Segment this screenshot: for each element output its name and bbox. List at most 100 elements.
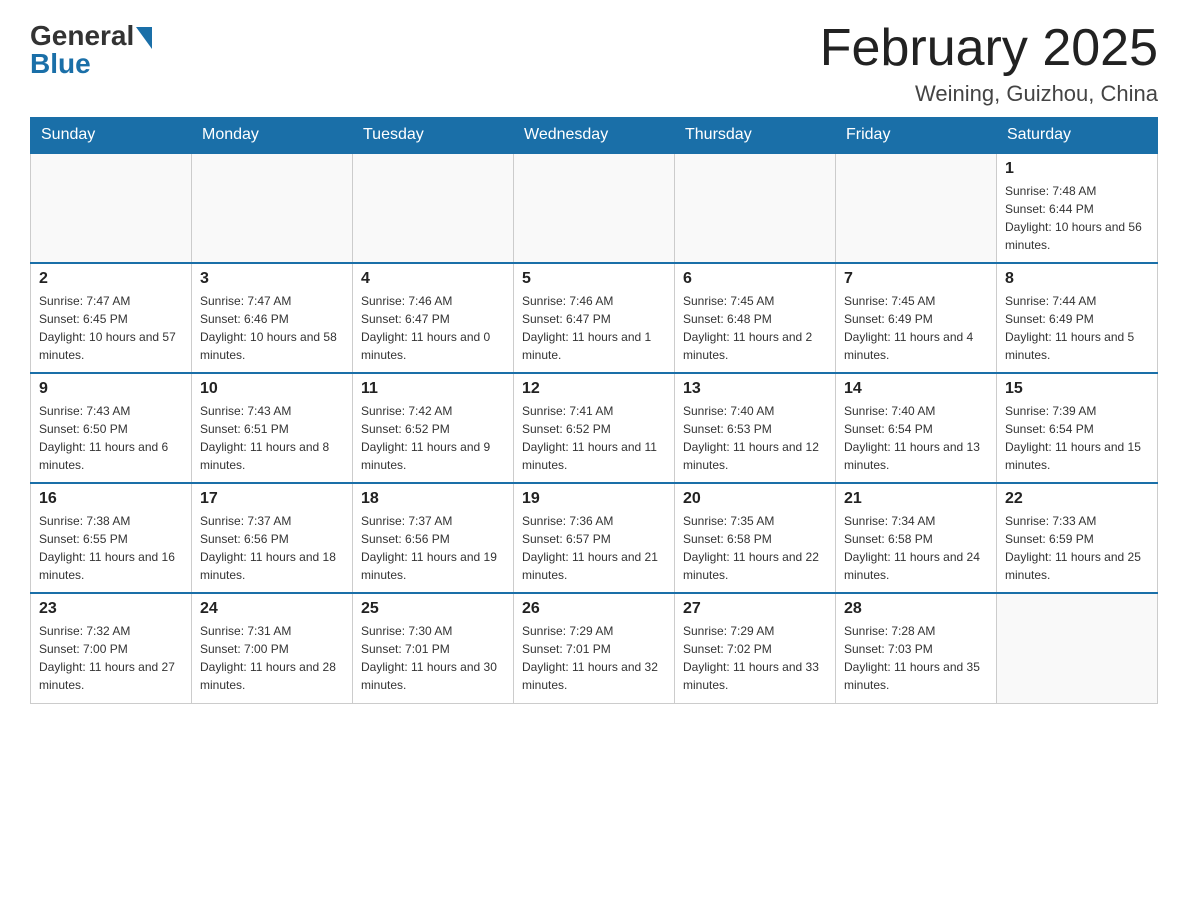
calendar-cell xyxy=(31,153,192,263)
day-number: 9 xyxy=(39,380,183,398)
day-number: 13 xyxy=(683,380,827,398)
day-number: 7 xyxy=(844,270,988,288)
day-info: Sunrise: 7:43 AMSunset: 6:51 PMDaylight:… xyxy=(200,402,344,474)
day-number: 20 xyxy=(683,490,827,508)
calendar-cell: 9 Sunrise: 7:43 AMSunset: 6:50 PMDaylight… xyxy=(31,373,192,483)
calendar-cell: 15 Sunrise: 7:39 AMSunset: 6:54 PMDayligh… xyxy=(997,373,1158,483)
calendar-cell xyxy=(675,153,836,263)
weekday-header-row: SundayMondayTuesdayWednesdayThursdayFrid… xyxy=(31,118,1158,154)
logo-arrow-icon xyxy=(136,27,152,49)
calendar-cell: 22 Sunrise: 7:33 AMSunset: 6:59 PMDayligh… xyxy=(997,483,1158,593)
calendar-week-1: 1 Sunrise: 7:48 AMSunset: 6:44 PMDaylight… xyxy=(31,153,1158,263)
day-number: 11 xyxy=(361,380,505,398)
day-number: 5 xyxy=(522,270,666,288)
calendar-cell: 13 Sunrise: 7:40 AMSunset: 6:53 PMDayligh… xyxy=(675,373,836,483)
day-number: 6 xyxy=(683,270,827,288)
calendar-cell: 18 Sunrise: 7:37 AMSunset: 6:56 PMDayligh… xyxy=(353,483,514,593)
calendar-cell xyxy=(192,153,353,263)
day-number: 19 xyxy=(522,490,666,508)
title-block: February 2025 Weining, Guizhou, China xyxy=(820,20,1158,107)
calendar-cell: 17Sunrise: 7:37 AMSunset: 6:56 PMDayligh… xyxy=(192,483,353,593)
weekday-header-thursday: Thursday xyxy=(675,118,836,154)
page-header: General Blue February 2025 Weining, Guiz… xyxy=(30,20,1158,107)
day-info: Sunrise: 7:46 AMSunset: 6:47 PMDaylight:… xyxy=(522,292,666,364)
calendar-table: SundayMondayTuesdayWednesdayThursdayFrid… xyxy=(30,117,1158,704)
day-info: Sunrise: 7:35 AMSunset: 6:58 PMDaylight:… xyxy=(683,512,827,584)
location-title: Weining, Guizhou, China xyxy=(820,81,1158,107)
day-number: 26 xyxy=(522,600,666,618)
day-info: Sunrise: 7:42 AMSunset: 6:52 PMDaylight:… xyxy=(361,402,505,474)
day-info: Sunrise: 7:38 AMSunset: 6:55 PMDaylight:… xyxy=(39,512,183,584)
calendar-cell: 7 Sunrise: 7:45 AMSunset: 6:49 PMDaylight… xyxy=(836,263,997,373)
calendar-cell: 6 Sunrise: 7:45 AMSunset: 6:48 PMDaylight… xyxy=(675,263,836,373)
calendar-cell: 20 Sunrise: 7:35 AMSunset: 6:58 PMDayligh… xyxy=(675,483,836,593)
calendar-week-5: 23 Sunrise: 7:32 AMSunset: 7:00 PMDayligh… xyxy=(31,593,1158,703)
calendar-cell: 1 Sunrise: 7:48 AMSunset: 6:44 PMDaylight… xyxy=(997,153,1158,263)
day-info: Sunrise: 7:33 AMSunset: 6:59 PMDaylight:… xyxy=(1005,512,1149,584)
day-info: Sunrise: 7:37 AMSunset: 6:56 PMDaylight:… xyxy=(200,512,344,584)
logo-blue-text: Blue xyxy=(30,48,152,80)
day-number: 27 xyxy=(683,600,827,618)
day-info: Sunrise: 7:29 AMSunset: 7:01 PMDaylight:… xyxy=(522,622,666,694)
calendar-week-2: 2Sunrise: 7:47 AMSunset: 6:45 PMDaylight… xyxy=(31,263,1158,373)
day-info: Sunrise: 7:39 AMSunset: 6:54 PMDaylight:… xyxy=(1005,402,1149,474)
day-number: 28 xyxy=(844,600,988,618)
calendar-cell: 10 Sunrise: 7:43 AMSunset: 6:51 PMDayligh… xyxy=(192,373,353,483)
day-info: Sunrise: 7:40 AMSunset: 6:54 PMDaylight:… xyxy=(844,402,988,474)
calendar-cell: 4 Sunrise: 7:46 AMSunset: 6:47 PMDaylight… xyxy=(353,263,514,373)
day-number: 23 xyxy=(39,600,183,618)
weekday-header-friday: Friday xyxy=(836,118,997,154)
day-number: 4 xyxy=(361,270,505,288)
calendar-cell: 25 Sunrise: 7:30 AMSunset: 7:01 PMDayligh… xyxy=(353,593,514,703)
day-info: Sunrise: 7:37 AMSunset: 6:56 PMDaylight:… xyxy=(361,512,505,584)
day-number: 8 xyxy=(1005,270,1149,288)
calendar-cell: 2Sunrise: 7:47 AMSunset: 6:45 PMDaylight… xyxy=(31,263,192,373)
day-number: 14 xyxy=(844,380,988,398)
day-info: Sunrise: 7:30 AMSunset: 7:01 PMDaylight:… xyxy=(361,622,505,694)
day-info: Sunrise: 7:45 AMSunset: 6:48 PMDaylight:… xyxy=(683,292,827,364)
calendar-week-3: 9 Sunrise: 7:43 AMSunset: 6:50 PMDaylight… xyxy=(31,373,1158,483)
weekday-header-wednesday: Wednesday xyxy=(514,118,675,154)
day-number: 10 xyxy=(200,380,344,398)
day-info: Sunrise: 7:44 AMSunset: 6:49 PMDaylight:… xyxy=(1005,292,1149,364)
calendar-cell: 5 Sunrise: 7:46 AMSunset: 6:47 PMDaylight… xyxy=(514,263,675,373)
logo: General Blue xyxy=(30,20,152,80)
calendar-cell xyxy=(514,153,675,263)
day-info: Sunrise: 7:43 AMSunset: 6:50 PMDaylight:… xyxy=(39,402,183,474)
day-number: 22 xyxy=(1005,490,1149,508)
calendar-week-4: 16 Sunrise: 7:38 AMSunset: 6:55 PMDayligh… xyxy=(31,483,1158,593)
day-info: Sunrise: 7:32 AMSunset: 7:00 PMDaylight:… xyxy=(39,622,183,694)
day-info: Sunrise: 7:46 AMSunset: 6:47 PMDaylight:… xyxy=(361,292,505,364)
calendar-cell xyxy=(353,153,514,263)
calendar-cell: 8 Sunrise: 7:44 AMSunset: 6:49 PMDaylight… xyxy=(997,263,1158,373)
calendar-cell: 21Sunrise: 7:34 AMSunset: 6:58 PMDayligh… xyxy=(836,483,997,593)
day-number: 18 xyxy=(361,490,505,508)
day-info: Sunrise: 7:48 AMSunset: 6:44 PMDaylight:… xyxy=(1005,182,1149,254)
day-number: 16 xyxy=(39,490,183,508)
day-info: Sunrise: 7:47 AMSunset: 6:46 PMDaylight:… xyxy=(200,292,344,364)
day-number: 1 xyxy=(1005,160,1149,178)
weekday-header-tuesday: Tuesday xyxy=(353,118,514,154)
day-info: Sunrise: 7:28 AMSunset: 7:03 PMDaylight:… xyxy=(844,622,988,694)
calendar-cell: 11 Sunrise: 7:42 AMSunset: 6:52 PMDayligh… xyxy=(353,373,514,483)
calendar-cell: 16 Sunrise: 7:38 AMSunset: 6:55 PMDayligh… xyxy=(31,483,192,593)
calendar-cell: 19Sunrise: 7:36 AMSunset: 6:57 PMDayligh… xyxy=(514,483,675,593)
weekday-header-saturday: Saturday xyxy=(997,118,1158,154)
day-info: Sunrise: 7:31 AMSunset: 7:00 PMDaylight:… xyxy=(200,622,344,694)
day-info: Sunrise: 7:34 AMSunset: 6:58 PMDaylight:… xyxy=(844,512,988,584)
calendar-cell xyxy=(997,593,1158,703)
calendar-cell xyxy=(836,153,997,263)
weekday-header-monday: Monday xyxy=(192,118,353,154)
day-info: Sunrise: 7:41 AMSunset: 6:52 PMDaylight:… xyxy=(522,402,666,474)
calendar-cell: 26 Sunrise: 7:29 AMSunset: 7:01 PMDayligh… xyxy=(514,593,675,703)
day-info: Sunrise: 7:40 AMSunset: 6:53 PMDaylight:… xyxy=(683,402,827,474)
weekday-header-sunday: Sunday xyxy=(31,118,192,154)
day-number: 15 xyxy=(1005,380,1149,398)
day-info: Sunrise: 7:45 AMSunset: 6:49 PMDaylight:… xyxy=(844,292,988,364)
day-number: 25 xyxy=(361,600,505,618)
calendar-cell: 14 Sunrise: 7:40 AMSunset: 6:54 PMDayligh… xyxy=(836,373,997,483)
day-number: 24 xyxy=(200,600,344,618)
calendar-cell: 12 Sunrise: 7:41 AMSunset: 6:52 PMDayligh… xyxy=(514,373,675,483)
month-title: February 2025 xyxy=(820,20,1158,77)
day-number: 12 xyxy=(522,380,666,398)
